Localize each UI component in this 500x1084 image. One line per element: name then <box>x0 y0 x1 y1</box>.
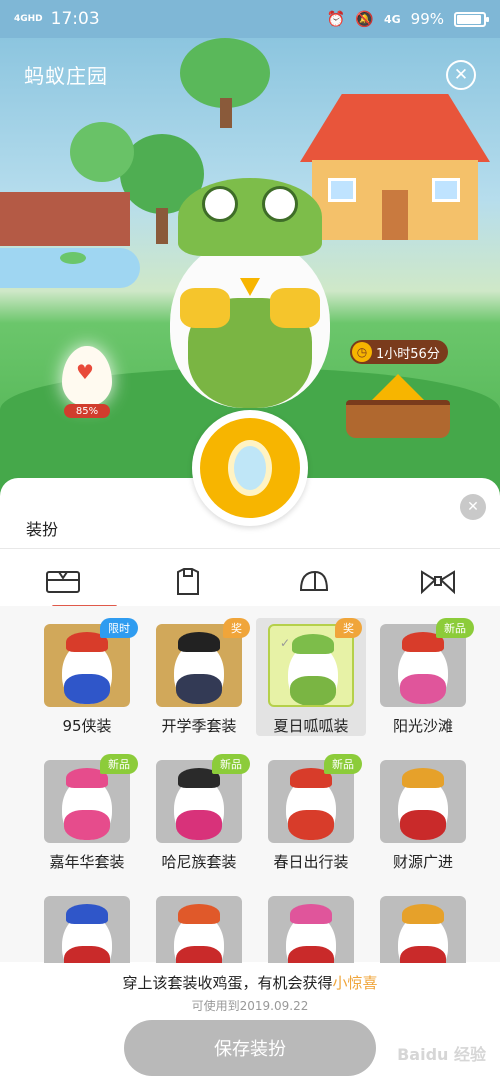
outfit-grid: 限时 95侠装奖开学季套装 ✓ 奖夏日呱呱装 新品 阳光沙滩 新品 嘉年华套装 新品 哈尼族套装新… <box>32 618 480 1008</box>
item-label: 哈尼族套装 <box>161 853 237 871</box>
mobile-data-indicator: 4G <box>383 12 401 26</box>
alarm-icon: ⏰ <box>326 10 346 28</box>
outfit-item[interactable]: 限时 95侠装 <box>32 618 142 736</box>
clock-time: 17:03 <box>50 9 100 29</box>
outfit-thumbnail <box>380 760 466 843</box>
outfit-item[interactable]: 新品嘉年华套装 <box>32 754 142 872</box>
item-label: 嘉年华套装 <box>49 853 125 871</box>
mirror-icon <box>228 440 272 496</box>
valid-until: 可使用到2019.09.22 <box>191 999 309 1013</box>
outfit-icon <box>45 571 80 593</box>
outfit-item[interactable]: ✓ 奖夏日呱呱装 <box>256 618 366 736</box>
stopwatch-icon: ◷ <box>352 342 372 362</box>
item-label: 95侠装 <box>62 717 112 735</box>
outfit-item[interactable]: 新品阳光沙滩 <box>368 618 478 736</box>
outfit-item[interactable]: 新品哈尼族套装 <box>144 754 254 872</box>
item-badge: 限时 <box>100 618 138 638</box>
item-label: 阳光沙滩 <box>392 717 453 735</box>
hat-icon <box>299 570 328 591</box>
network-indicator: 4GHD <box>14 13 43 24</box>
item-badge: 奖 <box>335 618 362 638</box>
item-badge: 新品 <box>100 754 138 774</box>
lily-pad <box>60 252 86 264</box>
food-bowl[interactable] <box>346 374 450 438</box>
tab-outfit[interactable] <box>0 556 125 608</box>
tree-decoration <box>180 38 270 128</box>
watermark: Baidu 经验 <box>397 1045 486 1064</box>
check-icon: ✓ <box>280 636 291 650</box>
item-badge: 奖 <box>223 618 250 638</box>
feed-timer: ◷ 1小时56分 <box>350 340 448 364</box>
egg-icon[interactable]: ♥ <box>62 346 112 406</box>
category-tabs <box>0 556 500 608</box>
tree-decoration <box>70 122 134 192</box>
panel-close-button[interactable]: ✕ <box>460 494 486 520</box>
save-button[interactable]: 保存装扮 <box>124 1020 376 1076</box>
battery-icon <box>454 11 489 27</box>
chicken-character[interactable] <box>150 178 350 418</box>
item-label: 春日出行装 <box>273 853 349 871</box>
close-icon[interactable]: ✕ <box>446 60 476 90</box>
clothes-icon <box>176 568 199 595</box>
bow-icon <box>420 570 455 595</box>
item-label: 开学季套装 <box>161 717 237 735</box>
tab-hat[interactable] <box>250 556 375 608</box>
page-title: 蚂蚁庄园 <box>24 64 108 88</box>
item-badge: 新品 <box>212 754 250 774</box>
footer: 穿上该套装收鸡蛋，有机会获得小惊喜 可使用到2019.09.22 保存装扮 Ba… <box>0 963 500 1084</box>
mute-icon: 🔕 <box>355 10 374 28</box>
heart-icon: ♥ <box>76 360 94 384</box>
item-badge: 新品 <box>324 754 362 774</box>
status-bar: 4GHD 17:03 ⏰ 🔕 4G 99% <box>0 0 500 38</box>
hint-prefix: 穿上该套装收鸡蛋，有机会获得 <box>122 974 333 992</box>
egg-progress-badge: 85% <box>64 404 110 418</box>
hint-accent: 小惊喜 <box>332 974 378 992</box>
tab-clothes[interactable] <box>125 556 250 608</box>
hint-text: 穿上该套装收鸡蛋，有机会获得小惊喜 <box>0 972 500 993</box>
timer-text: 1小时56分 <box>376 346 440 362</box>
outfit-item[interactable]: 奖开学季套装 <box>144 618 254 736</box>
tab-bow[interactable] <box>375 556 500 608</box>
wall-decoration <box>0 192 130 246</box>
panel-title: 装扮 <box>26 520 59 539</box>
outfit-item[interactable]: 新品春日出行装 <box>256 754 366 872</box>
mirror-button[interactable] <box>192 410 308 526</box>
item-label: 夏日呱呱装 <box>273 717 349 735</box>
outfit-item[interactable]: 财源广进 <box>368 754 478 872</box>
battery-percent: 99% <box>410 10 444 28</box>
item-badge: 新品 <box>436 618 474 638</box>
divider <box>0 548 500 549</box>
item-label: 财源广进 <box>392 853 453 871</box>
